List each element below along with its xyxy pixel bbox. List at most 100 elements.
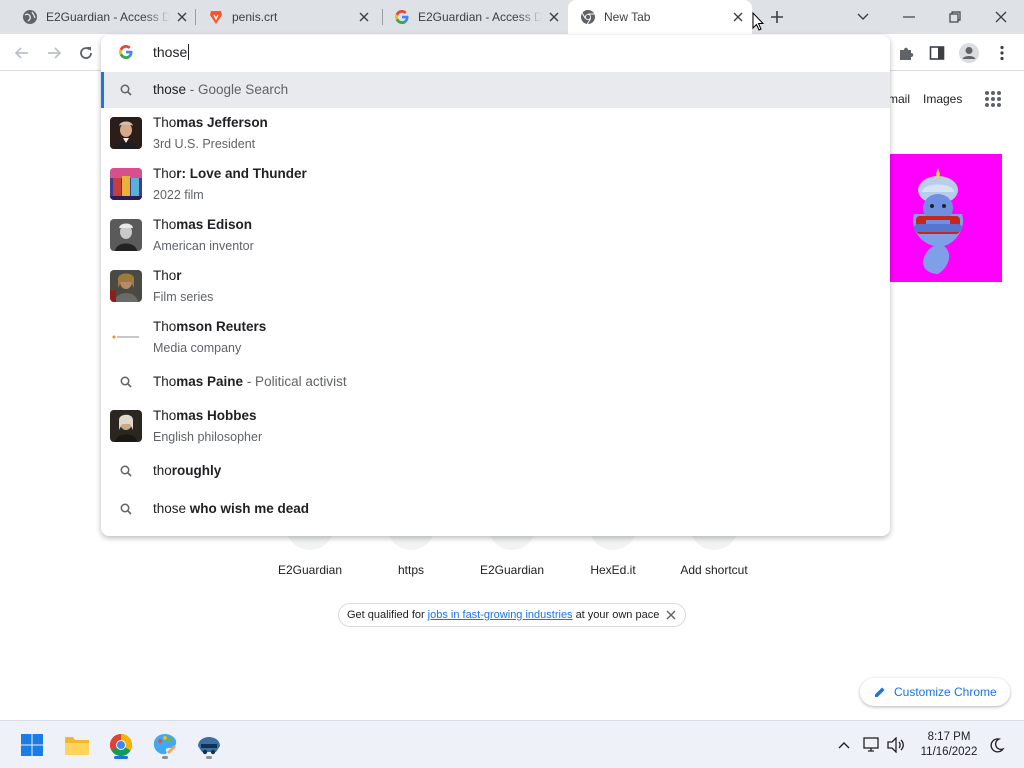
jefferson-thumb <box>110 117 142 149</box>
app-taskbar-button[interactable] <box>193 729 225 761</box>
suggestion-entity[interactable]: Thomas Jefferson 3rd U.S. President <box>101 108 890 159</box>
close-window-button[interactable] <box>978 0 1024 34</box>
side-panel-button[interactable] <box>924 40 950 66</box>
volume-tray-button[interactable] <box>886 735 906 755</box>
close-icon[interactable] <box>174 9 190 25</box>
suggestion-subtitle: 2022 film <box>153 188 204 202</box>
app-icon <box>198 737 220 755</box>
taskbar-clock[interactable]: 8:17 PM 11/16/2022 <box>914 730 984 760</box>
plus-icon <box>771 11 783 23</box>
puzzle-icon <box>900 47 914 60</box>
suggestion-search[interactable]: those who wish me dead <box>101 491 890 527</box>
customize-chrome-button[interactable]: Customize Chrome <box>860 678 1010 706</box>
shortcut-label[interactable]: E2Guardian <box>462 563 562 577</box>
start-button[interactable] <box>16 729 48 761</box>
thor-series-thumb <box>110 270 142 302</box>
shortcut-label[interactable]: https <box>361 563 461 577</box>
clock-time: 8:17 PM <box>927 731 971 743</box>
shortcut-label[interactable]: HexEd.it <box>563 563 663 577</box>
paint-taskbar-button[interactable] <box>149 729 181 761</box>
omnibox-query-text[interactable]: those <box>153 44 190 60</box>
suggestion-text: Thomas Jefferson <box>153 115 268 130</box>
promo-banner: Get qualified for jobs in fast-growing i… <box>338 603 686 627</box>
chrome-taskbar-button[interactable] <box>105 729 137 761</box>
suggestion-entity[interactable]: Thor: Love and Thunder 2022 film <box>101 159 890 210</box>
new-tab-button[interactable] <box>766 6 788 28</box>
chrome-icon <box>110 734 132 756</box>
tab-title: New Tab <box>604 10 651 24</box>
suggestion-entity[interactable]: Thor Film series <box>101 261 890 312</box>
close-icon <box>995 11 1007 23</box>
google-icon <box>119 45 133 59</box>
close-icon[interactable] <box>546 9 562 25</box>
restore-icon <box>949 11 961 23</box>
close-icon[interactable] <box>730 9 746 25</box>
tab-search-button[interactable] <box>840 0 886 34</box>
profile-button[interactable] <box>956 40 982 66</box>
moon-icon <box>990 738 1005 753</box>
focus-assist-button[interactable] <box>987 735 1007 755</box>
suggestion-search[interactable]: thoroughly <box>101 453 890 489</box>
suggestion-entity[interactable]: Thomas Edison American inventor <box>101 210 890 261</box>
genie-doodle-image[interactable] <box>874 154 1002 282</box>
google-icon <box>394 9 410 25</box>
images-link[interactable]: Images <box>923 92 962 106</box>
folder-icon <box>65 737 89 755</box>
suggestion-text: Thomas Edison <box>153 217 253 232</box>
close-icon[interactable] <box>665 609 677 621</box>
tab-new-tab[interactable]: New Tab <box>568 0 752 34</box>
show-hidden-icons-button[interactable] <box>834 735 854 755</box>
reload-button[interactable] <box>73 40 99 66</box>
network-tray-button[interactable] <box>862 735 882 755</box>
extensions-button[interactable] <box>893 40 919 66</box>
active-indicator <box>114 756 128 759</box>
apps-grid-icon[interactable] <box>984 90 1002 108</box>
suggestion-text: Thomas Hobbes <box>153 408 257 423</box>
side-panel-icon <box>929 46 945 60</box>
brave-icon <box>208 9 224 25</box>
chevron-down-icon <box>857 13 869 20</box>
search-icon <box>118 374 134 390</box>
suggestion-entity[interactable]: Thomson Reuters Media company <box>101 312 890 363</box>
promo-link[interactable]: jobs in fast-growing industries <box>428 609 573 621</box>
gmail-link[interactable]: mail <box>888 92 910 106</box>
running-indicator <box>162 756 168 759</box>
thor-film-thumb <box>110 168 142 200</box>
customize-label: Customize Chrome <box>894 685 997 699</box>
add-shortcut-label[interactable]: Add shortcut <box>664 563 764 577</box>
tab-title: E2Guardian - Access De <box>418 10 542 24</box>
promo-text: at your own pace <box>575 609 660 621</box>
omnibox-dropdown: those those - Google Search Thomas Jeffe… <box>101 35 890 536</box>
forward-button[interactable] <box>41 40 67 66</box>
omnibox-input[interactable]: those <box>101 35 890 70</box>
shortcut-label[interactable]: E2Guardian <box>260 563 360 577</box>
minimize-button[interactable] <box>886 0 932 34</box>
reload-icon <box>80 47 92 59</box>
suggestion-subtitle: Media company <box>153 341 242 355</box>
tab-title: penis.crt <box>232 10 278 24</box>
mouse-cursor-icon <box>752 12 764 31</box>
chrome-icon <box>580 9 596 25</box>
suggestion-search[interactable]: Thomas Paine - Political activist <box>101 364 890 400</box>
suggestion-search[interactable]: those - Google Search <box>101 72 890 108</box>
globe-icon <box>22 9 38 25</box>
suggestion-text: Thomas Paine - Political activist <box>153 374 347 389</box>
tab-e2guardian-2[interactable]: E2Guardian - Access De <box>386 0 566 34</box>
suggestion-subtitle: Film series <box>153 290 214 304</box>
suggestion-text: Thor: Love and Thunder <box>153 166 307 181</box>
minimize-icon <box>903 16 915 18</box>
suggestion-entity[interactable]: Thomas Hobbes English philosopher <box>101 401 890 452</box>
reuters-thumb <box>110 321 142 353</box>
chevron-up-icon <box>838 742 850 749</box>
tab-separator <box>195 9 196 25</box>
tab-e2guardian-1[interactable]: E2Guardian - Access De <box>14 0 194 34</box>
menu-button[interactable] <box>989 40 1015 66</box>
taskbar: 8:17 PM 11/16/2022 <box>0 720 1024 768</box>
file-explorer-button[interactable] <box>61 729 93 761</box>
close-icon[interactable] <box>356 9 372 25</box>
back-button[interactable] <box>9 40 35 66</box>
suggestion-subtitle: English philosopher <box>153 430 263 444</box>
restore-button[interactable] <box>932 0 978 34</box>
running-indicator <box>206 756 212 759</box>
tab-penis-crt[interactable]: penis.crt <box>200 0 380 34</box>
